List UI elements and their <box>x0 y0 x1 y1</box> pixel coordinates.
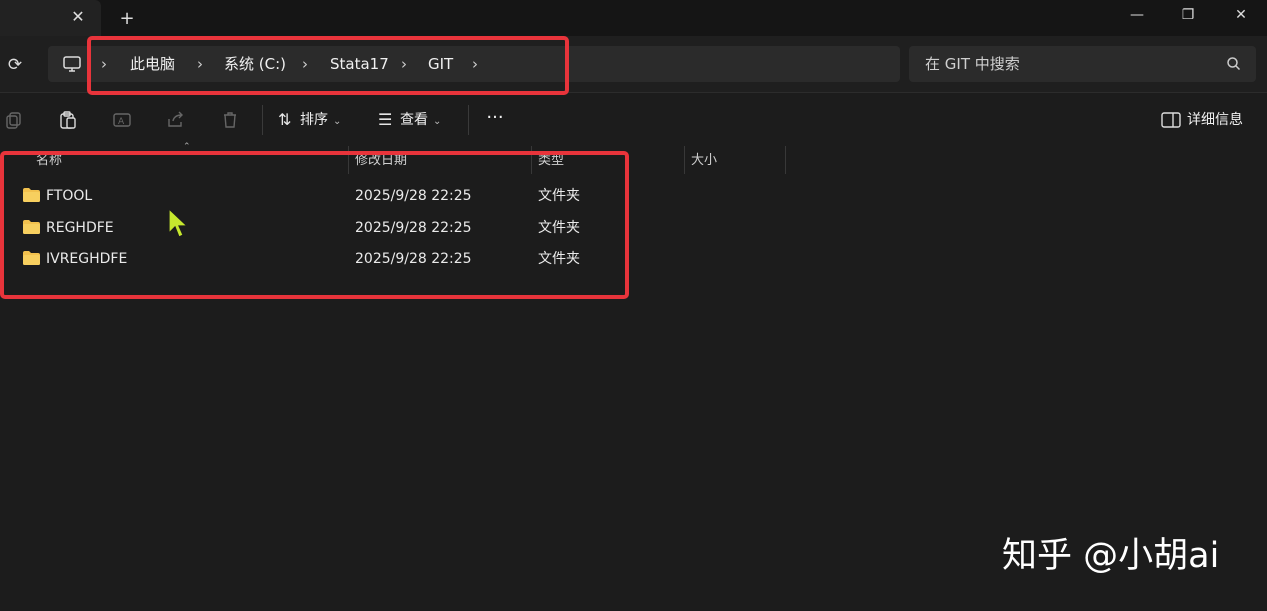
mouse-cursor-icon <box>168 208 189 238</box>
title-bar: ✕ + — ❐ ✕ <box>0 0 1267 36</box>
details-pane-icon <box>1161 112 1181 128</box>
watermark-text: 知乎 @小胡ai <box>1002 536 1220 576</box>
details-label: 详细信息 <box>1187 112 1243 128</box>
more-options-button[interactable]: ··· <box>482 108 508 132</box>
command-bar: A ⇅ 排序 ⌄ ☰ 查看 ⌄ ··· 详细信息 <box>0 92 1267 146</box>
share-icon[interactable] <box>166 110 186 130</box>
annotation-box-address <box>87 36 569 95</box>
new-tab-button[interactable]: + <box>116 8 138 30</box>
chevron-down-icon: ⌄ <box>333 116 342 127</box>
view-label: 查看 <box>400 112 428 128</box>
refresh-icon[interactable]: ⟳ <box>4 54 26 76</box>
delete-icon[interactable] <box>220 110 240 130</box>
rename-icon[interactable]: A <box>112 110 132 130</box>
sort-label: 排序 <box>300 112 328 128</box>
search-input[interactable]: 在 GIT 中搜索 <box>909 46 1256 82</box>
details-pane-button[interactable]: 详细信息 <box>1161 109 1243 131</box>
tab-active[interactable]: ✕ <box>0 0 101 36</box>
svg-text:A: A <box>118 117 125 127</box>
maximize-button[interactable]: ❐ <box>1176 4 1200 26</box>
paste-icon[interactable] <box>58 110 78 130</box>
view-button[interactable]: ☰ 查看 ⌄ <box>378 108 441 132</box>
column-divider[interactable] <box>684 146 685 174</box>
toolbar-divider <box>468 105 469 135</box>
sort-button[interactable]: ⇅ 排序 ⌄ <box>278 108 341 132</box>
toolbar-divider <box>262 105 263 135</box>
minimize-button[interactable]: — <box>1125 4 1149 26</box>
annotation-box-files <box>0 151 629 299</box>
copy-icon[interactable] <box>4 110 24 130</box>
search-placeholder: 在 GIT 中搜索 <box>925 55 1020 73</box>
column-header-size[interactable]: 大小 <box>691 150 717 172</box>
search-icon[interactable] <box>1225 55 1243 73</box>
column-divider[interactable] <box>785 146 786 174</box>
close-window-button[interactable]: ✕ <box>1229 4 1253 26</box>
this-pc-icon <box>63 56 81 72</box>
tab-close-button[interactable]: ✕ <box>68 7 88 27</box>
sort-icon: ⇅ <box>278 110 292 129</box>
chevron-down-icon: ⌄ <box>433 116 442 127</box>
view-lines-icon: ☰ <box>378 110 393 129</box>
